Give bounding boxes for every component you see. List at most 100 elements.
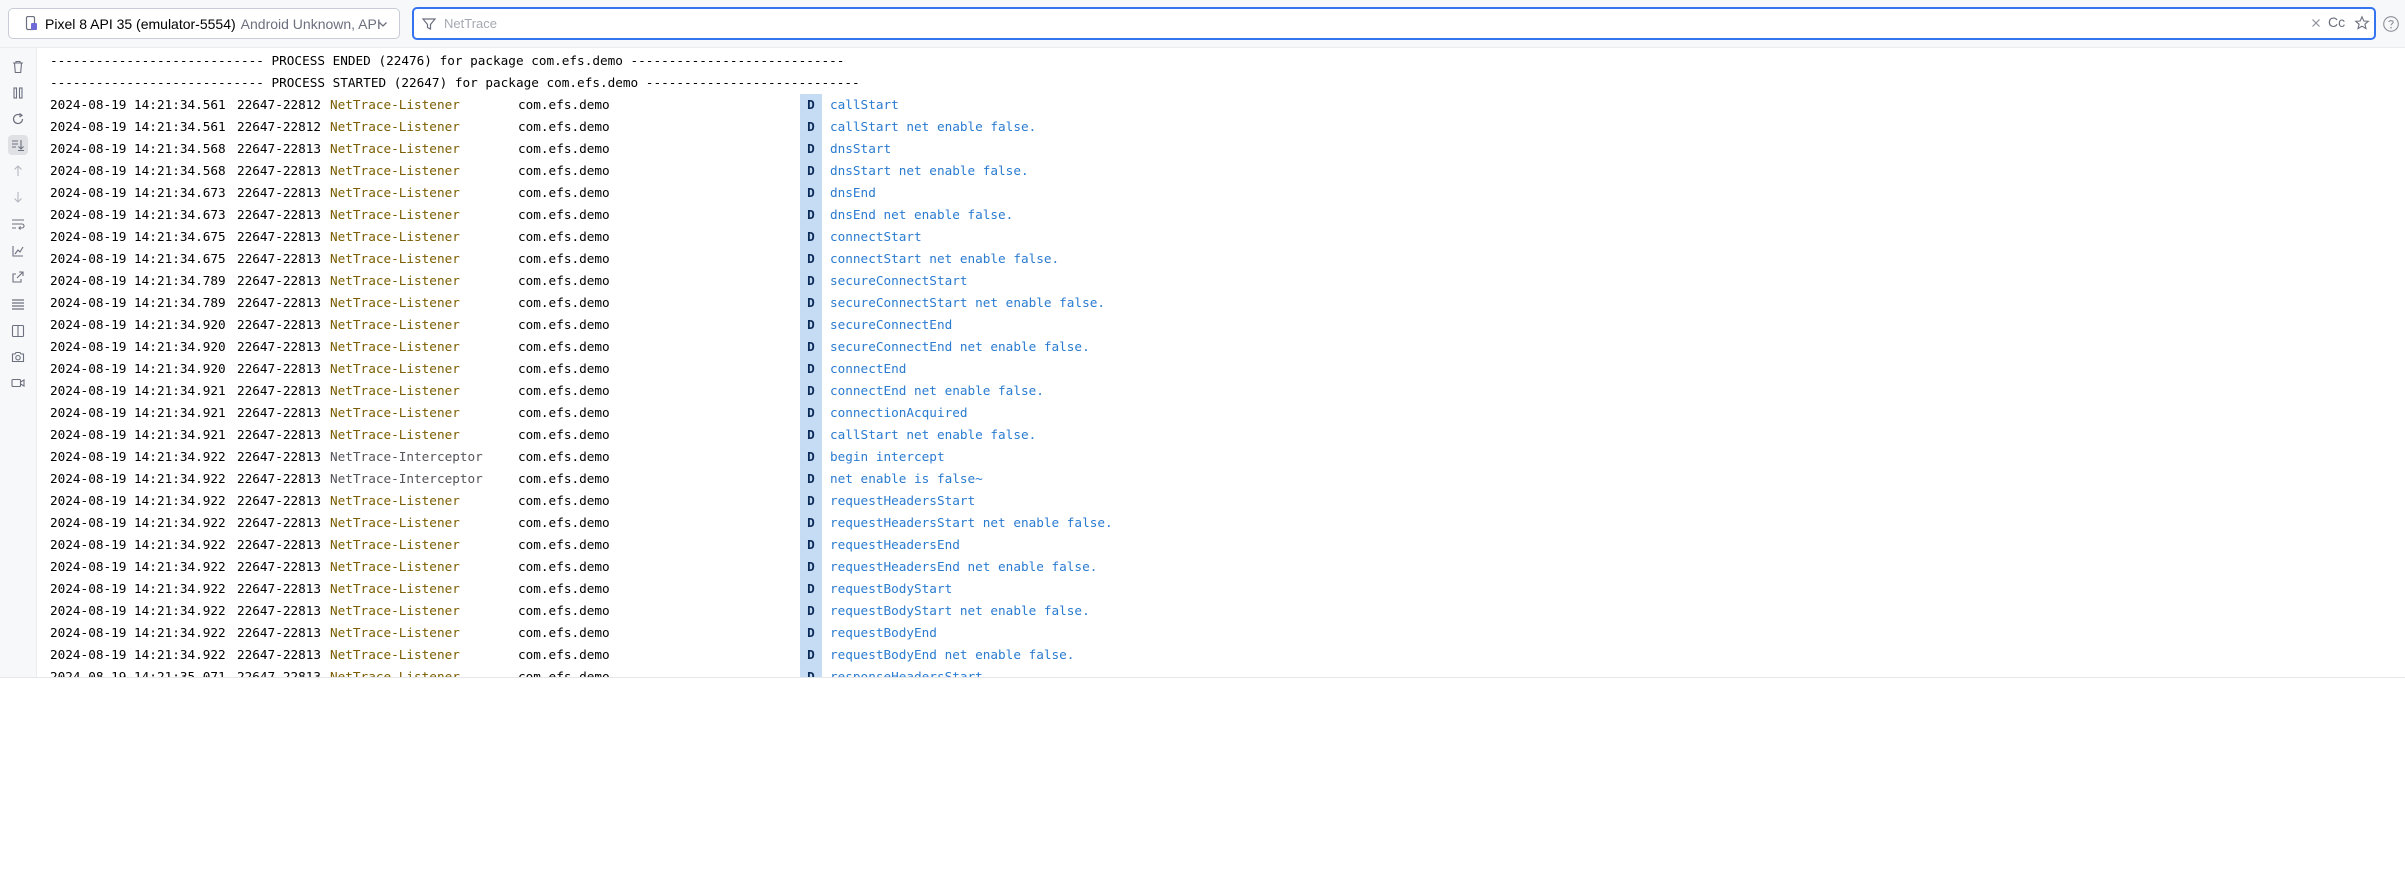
log-message: net enable is false~ — [830, 471, 983, 486]
log-message: secureConnectStart — [830, 273, 968, 288]
log-level-badge: D — [800, 644, 822, 666]
log-package: com.efs.demo — [518, 339, 610, 354]
log-row[interactable]: 2024-08-19 14:21:34.920 22647-22813 NetTra… — [40, 358, 2390, 380]
log-row[interactable]: 2024-08-19 14:21:34.922 22647-22813 NetTra… — [40, 644, 2390, 666]
restart-icon[interactable] — [8, 109, 28, 129]
log-row[interactable]: 2024-08-19 14:21:34.920 22647-22813 NetTra… — [40, 314, 2390, 336]
import-icon[interactable] — [8, 241, 28, 261]
log-row[interactable]: 2024-08-19 14:21:34.568 22647-22813 NetTra… — [40, 160, 2390, 182]
log-timestamp: 2024-08-19 14:21:34.922 — [50, 537, 226, 552]
log-message: requestBodyStart — [830, 581, 953, 596]
log-timestamp: 2024-08-19 14:21:34.922 — [50, 647, 226, 662]
log-row[interactable]: 2024-08-19 14:21:34.922 22647-22813 NetTra… — [40, 534, 2390, 556]
log-row[interactable]: 2024-08-19 14:21:34.675 22647-22813 NetTra… — [40, 226, 2390, 248]
star-icon[interactable] — [2354, 15, 2370, 31]
log-row[interactable]: 2024-08-19 14:21:34.673 22647-22813 NetTra… — [40, 182, 2390, 204]
clear-filter-icon[interactable] — [2308, 15, 2324, 31]
log-package: com.efs.demo — [518, 273, 610, 288]
log-package: com.efs.demo — [518, 317, 610, 332]
log-package: com.efs.demo — [518, 163, 610, 178]
log-package: com.efs.demo — [518, 383, 610, 398]
log-tag: NetTrace-Listener — [330, 317, 460, 332]
log-timestamp: 2024-08-19 14:21:34.922 — [50, 581, 226, 596]
clear-logcat-icon[interactable] — [8, 57, 28, 77]
log-message: requestBodyEnd net enable false. — [830, 647, 1075, 662]
next-occurrence-icon[interactable] — [8, 187, 28, 207]
match-case-toggle[interactable]: Cc — [2328, 14, 2345, 30]
log-pid-tid: 22647-22813 — [237, 537, 322, 552]
log-level-badge: D — [800, 666, 822, 677]
log-package: com.efs.demo — [518, 581, 610, 596]
help-icon[interactable] — [2382, 15, 2400, 33]
log-view[interactable]: ---------------------------- PROCESS END… — [40, 50, 2390, 677]
filter-input[interactable] — [444, 12, 2314, 34]
log-row[interactable]: 2024-08-19 14:21:34.922 22647-22813 NetTra… — [40, 446, 2390, 468]
process-separator: ---------------------------- PROCESS END… — [50, 53, 845, 68]
filter-icon[interactable] — [421, 16, 437, 32]
log-level-badge: D — [800, 556, 822, 578]
screenshot-icon[interactable] — [8, 347, 28, 367]
log-row[interactable]: 2024-08-19 14:21:34.675 22647-22813 NetTra… — [40, 248, 2390, 270]
log-pid-tid: 22647-22813 — [237, 207, 322, 222]
log-tag: NetTrace-Listener — [330, 559, 460, 574]
log-row[interactable]: 2024-08-19 14:21:34.921 22647-22813 NetTra… — [40, 380, 2390, 402]
log-row[interactable]: 2024-08-19 14:21:34.568 22647-22813 NetTra… — [40, 138, 2390, 160]
process-separator: ---------------------------- PROCESS STA… — [50, 75, 860, 90]
log-row[interactable]: 2024-08-19 14:21:34.789 22647-22813 NetTra… — [40, 270, 2390, 292]
log-pid-tid: 22647-22813 — [237, 647, 322, 662]
screen-record-icon[interactable] — [8, 373, 28, 393]
log-row[interactable]: 2024-08-19 14:21:34.922 22647-22813 NetTra… — [40, 622, 2390, 644]
log-timestamp: 2024-08-19 14:21:34.568 — [50, 141, 226, 156]
log-row[interactable]: 2024-08-19 14:21:34.561 22647-22812 NetTra… — [40, 116, 2390, 138]
log-row[interactable]: 2024-08-19 14:21:34.920 22647-22813 NetTra… — [40, 336, 2390, 358]
chevron-down-icon[interactable] — [376, 17, 390, 31]
log-row[interactable]: 2024-08-19 14:21:34.922 22647-22813 NetTra… — [40, 490, 2390, 512]
pause-icon[interactable] — [8, 83, 28, 103]
log-row[interactable]: 2024-08-19 14:21:34.921 22647-22813 NetTra… — [40, 424, 2390, 446]
log-row[interactable]: 2024-08-19 14:21:34.561 22647-22812 NetTra… — [40, 94, 2390, 116]
log-tag: NetTrace-Listener — [330, 515, 460, 530]
log-row[interactable]: 2024-08-19 14:21:34.922 22647-22813 NetTra… — [40, 556, 2390, 578]
log-package: com.efs.demo — [518, 295, 610, 310]
log-pid-tid: 22647-22813 — [237, 427, 322, 442]
log-level-badge: D — [800, 204, 822, 226]
scroll-to-end-icon[interactable] — [8, 135, 28, 155]
format-icon[interactable] — [8, 294, 28, 314]
log-package: com.efs.demo — [518, 449, 610, 464]
log-timestamp: 2024-08-19 14:21:34.920 — [50, 317, 226, 332]
log-level-badge: D — [800, 424, 822, 446]
log-pid-tid: 22647-22813 — [237, 559, 322, 574]
previous-occurrence-icon[interactable] — [8, 161, 28, 181]
log-level-badge: D — [800, 138, 822, 160]
device-selector[interactable]: Pixel 8 API 35 (emulator-5554) Android U… — [8, 8, 400, 39]
split-panels-icon[interactable] — [8, 321, 28, 341]
log-level-badge: D — [800, 116, 822, 138]
log-level-badge: D — [800, 402, 822, 424]
log-message: secureConnectEnd net enable false. — [830, 339, 1090, 354]
soft-wrap-icon[interactable] — [8, 214, 28, 234]
log-pid-tid: 22647-22813 — [237, 669, 322, 677]
log-row[interactable]: 2024-08-19 14:21:34.922 22647-22813 NetTra… — [40, 578, 2390, 600]
log-timestamp: 2024-08-19 14:21:34.561 — [50, 119, 226, 134]
log-tag: NetTrace-Listener — [330, 625, 460, 640]
log-row[interactable]: 2024-08-19 14:21:34.922 22647-22813 NetTra… — [40, 512, 2390, 534]
export-icon[interactable] — [8, 267, 28, 287]
log-row[interactable]: 2024-08-19 14:21:34.673 22647-22813 NetTra… — [40, 204, 2390, 226]
log-row[interactable]: 2024-08-19 14:21:34.922 22647-22813 NetTra… — [40, 468, 2390, 490]
device-name: Pixel 8 API 35 (emulator-5554) — [45, 15, 236, 32]
log-timestamp: 2024-08-19 14:21:34.922 — [50, 559, 226, 574]
log-timestamp: 2024-08-19 14:21:34.921 — [50, 405, 226, 420]
log-package: com.efs.demo — [518, 559, 610, 574]
log-row[interactable]: 2024-08-19 14:21:34.922 22647-22813 NetTra… — [40, 600, 2390, 622]
log-row[interactable]: 2024-08-19 14:21:34.921 22647-22813 NetTra… — [40, 402, 2390, 424]
log-row[interactable]: 2024-08-19 14:21:35.071 22647-22813 NetTra… — [40, 666, 2390, 677]
log-tag: NetTrace-Listener — [330, 383, 460, 398]
log-message: callStart net enable false. — [830, 119, 1037, 134]
log-message: dnsEnd net enable false. — [830, 207, 1014, 222]
log-row[interactable]: 2024-08-19 14:21:34.789 22647-22813 NetTra… — [40, 292, 2390, 314]
log-package: com.efs.demo — [518, 669, 610, 677]
log-pid-tid: 22647-22813 — [237, 273, 322, 288]
log-timestamp: 2024-08-19 14:21:34.921 — [50, 427, 226, 442]
log-tag: NetTrace-Listener — [330, 97, 460, 112]
log-level-badge: D — [800, 292, 822, 314]
